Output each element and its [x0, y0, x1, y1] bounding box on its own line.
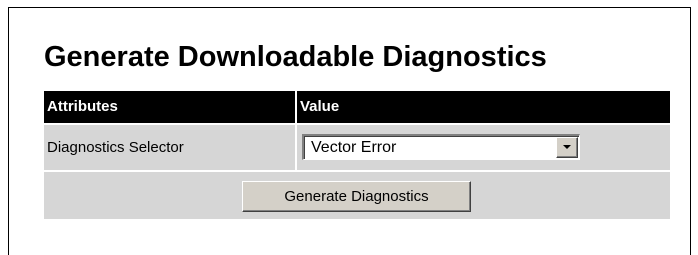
page-title: Generate Downloadable Diagnostics	[44, 41, 547, 73]
table-row: Diagnostics Selector Vector Error	[44, 125, 670, 170]
frame-top-border	[8, 7, 690, 8]
chevron-down-icon[interactable]	[556, 137, 578, 158]
table-header-row: Attributes Value	[44, 91, 670, 123]
diagnostics-selector-cell: Vector Error	[297, 125, 670, 170]
diagnostics-selector-label: Diagnostics Selector	[44, 125, 295, 170]
frame-left-border	[8, 7, 9, 255]
header-value: Value	[297, 91, 670, 123]
generate-diagnostics-button[interactable]: Generate Diagnostics	[242, 181, 471, 212]
action-row: Generate Diagnostics	[44, 172, 670, 219]
header-attributes: Attributes	[44, 91, 295, 123]
frame-right-border	[690, 7, 691, 255]
diagnostics-selector-value: Vector Error	[311, 139, 397, 156]
diagnostics-selector-dropdown[interactable]: Vector Error	[302, 134, 580, 160]
